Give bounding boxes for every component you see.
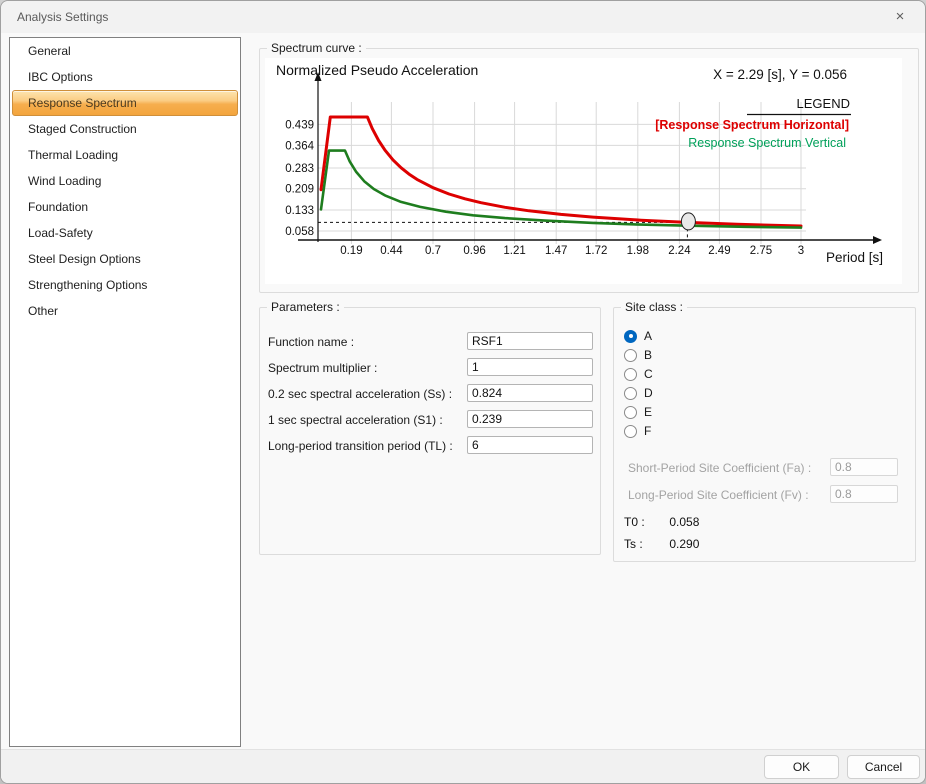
fv-coefficient-row: Long-Period Site Coefficient (Fv) : <box>614 485 915 505</box>
spectrum-multiplier-field[interactable] <box>467 358 593 376</box>
tl-period-label: Long-period transition period (TL) : <box>268 436 453 456</box>
tl-period-row: Long-period transition period (TL) : <box>260 436 600 456</box>
sidebar-item-foundation[interactable]: Foundation <box>10 194 240 220</box>
site-class-option-e[interactable]: E <box>624 404 652 420</box>
cancel-button[interactable]: Cancel <box>847 755 920 779</box>
s1-acceleration-field[interactable] <box>467 410 593 428</box>
sidebar-item-strengthening-options[interactable]: Strengthening Options <box>10 272 240 298</box>
sidebar-item-load-safety[interactable]: Load-Safety <box>10 220 240 246</box>
site-class-option-a[interactable]: A <box>624 328 652 344</box>
fv-coefficient-field <box>830 485 898 503</box>
svg-text:0.96: 0.96 <box>463 245 485 257</box>
sidebar-item-wind-loading[interactable]: Wind Loading <box>10 168 240 194</box>
svg-text:1.21: 1.21 <box>503 245 525 257</box>
svg-text:3: 3 <box>798 245 804 257</box>
site-class-option-d[interactable]: D <box>624 385 653 401</box>
close-icon[interactable]: × <box>889 6 911 28</box>
window-title: Analysis Settings <box>17 10 108 24</box>
radio-icon[interactable] <box>624 368 637 381</box>
parameters-group: Parameters : Function name : Spectrum mu… <box>259 307 601 555</box>
site-class-option-b[interactable]: B <box>624 347 652 363</box>
sidebar-item-staged-construction[interactable]: Staged Construction <box>10 116 240 142</box>
ss-acceleration-row: 0.2 sec spectral acceleration (Ss) : <box>260 384 600 404</box>
t0-readout: T0 : 0.058 <box>624 515 699 531</box>
spectrum-chart-canvas[interactable]: 0.439 0.364 0.283 0.209 0.133 0.058 0.19 0.44 0.… <box>265 58 902 284</box>
sidebar-item-steel-design-options[interactable]: Steel Design Options <box>10 246 240 272</box>
radio-icon[interactable] <box>624 387 637 400</box>
svg-text:Normalized Pseudo Acceleration: Normalized Pseudo Acceleration <box>276 62 478 78</box>
site-class-group-label: Site class : <box>621 300 687 314</box>
svg-text:LEGEND: LEGEND <box>797 96 850 111</box>
svg-text:0.364: 0.364 <box>285 140 314 152</box>
spectrum-multiplier-label: Spectrum multiplier : <box>268 358 377 378</box>
svg-text:[Response Spectrum Horizontal]: [Response Spectrum Horizontal] <box>655 118 849 132</box>
fv-coefficient-label: Long-Period Site Coefficient (Fv) : <box>628 485 809 505</box>
sidebar-item-response-spectrum[interactable]: Response Spectrum <box>12 90 238 116</box>
svg-text:0.283: 0.283 <box>285 163 314 175</box>
radio-icon[interactable] <box>624 330 637 343</box>
svg-text:2.24: 2.24 <box>668 245 691 257</box>
svg-text:X = 2.29 [s], Y = 0.056: X = 2.29 [s], Y = 0.056 <box>713 67 847 82</box>
ts-value: 0.290 <box>669 537 699 551</box>
svg-text:1.98: 1.98 <box>627 245 649 257</box>
svg-text:0.209: 0.209 <box>285 184 314 196</box>
sidebar-item-thermal-loading[interactable]: Thermal Loading <box>10 142 240 168</box>
spectrum-curve-group-label: Spectrum curve : <box>267 41 366 55</box>
s1-acceleration-row: 1 sec spectral acceleration (S1) : <box>260 410 600 430</box>
svg-text:Response Spectrum Vertical: Response Spectrum Vertical <box>688 136 846 150</box>
function-name-field[interactable] <box>467 332 593 350</box>
s1-acceleration-label: 1 sec spectral acceleration (S1) : <box>268 410 443 430</box>
fa-coefficient-field <box>830 458 898 476</box>
t0-value: 0.058 <box>669 515 699 529</box>
radio-icon[interactable] <box>624 349 637 362</box>
ss-acceleration-field[interactable] <box>467 384 593 402</box>
svg-text:0.7: 0.7 <box>425 245 441 257</box>
site-class-group: Site class : A B C D E F Short-Period Si… <box>613 307 916 562</box>
analysis-settings-dialog: Analysis Settings × General IBC Options … <box>0 0 926 784</box>
svg-text:2.49: 2.49 <box>708 245 730 257</box>
spectrum-chart[interactable]: 0.439 0.364 0.283 0.209 0.133 0.058 0.19 0.44 0.… <box>265 58 902 284</box>
svg-text:1.72: 1.72 <box>585 245 607 257</box>
function-name-row: Function name : <box>260 332 600 352</box>
fa-coefficient-row: Short-Period Site Coefficient (Fa) : <box>614 458 915 478</box>
site-class-option-c[interactable]: C <box>624 366 653 382</box>
ss-acceleration-label: 0.2 sec spectral acceleration (Ss) : <box>268 384 452 404</box>
spectrum-curve-group: Spectrum curve : 0.4390.3640.2830.2090.1… <box>259 48 919 293</box>
svg-text:0.439: 0.439 <box>285 119 314 131</box>
fa-coefficient-label: Short-Period Site Coefficient (Fa) : <box>628 458 811 478</box>
function-name-label: Function name : <box>268 332 354 352</box>
ts-label: Ts : <box>624 537 666 551</box>
title-bar: Analysis Settings × <box>1 1 925 33</box>
site-class-option-f[interactable]: F <box>624 423 651 439</box>
svg-text:1.47: 1.47 <box>545 245 567 257</box>
svg-text:0.44: 0.44 <box>380 245 403 257</box>
tl-period-field[interactable] <box>467 436 593 454</box>
svg-text:2.75: 2.75 <box>750 245 772 257</box>
svg-text:0.133: 0.133 <box>285 205 314 217</box>
ok-button[interactable]: OK <box>764 755 839 779</box>
sidebar-item-general[interactable]: General <box>10 38 240 64</box>
sidebar-item-other[interactable]: Other <box>10 298 240 324</box>
svg-text:0.19: 0.19 <box>340 245 362 257</box>
ts-readout: Ts : 0.290 <box>624 537 699 553</box>
radio-icon[interactable] <box>624 406 637 419</box>
sidebar-item-ibc-options[interactable]: IBC Options <box>10 64 240 90</box>
svg-text:Period [s]: Period [s] <box>826 250 883 265</box>
dialog-footer: OK Cancel <box>1 749 925 783</box>
spectrum-multiplier-row: Spectrum multiplier : <box>260 358 600 378</box>
t0-label: T0 : <box>624 515 666 529</box>
radio-icon[interactable] <box>624 425 637 438</box>
svg-text:0.058: 0.058 <box>285 226 314 238</box>
parameters-group-label: Parameters : <box>267 300 344 314</box>
settings-nav-list: General IBC Options Response Spectrum St… <box>9 37 241 747</box>
